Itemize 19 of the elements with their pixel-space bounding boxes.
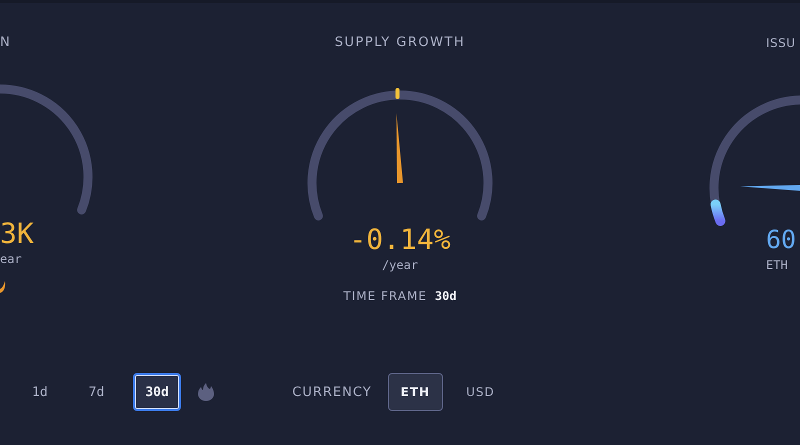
gauge-unit: ear (0, 251, 22, 267)
currency-label: CURRENCY (292, 384, 372, 400)
gauge-value: 60 (766, 224, 796, 256)
currency-button[interactable]: USD (453, 373, 508, 411)
gauge-title: N (0, 35, 12, 51)
timeframe-button[interactable]: 1d (20, 373, 60, 411)
gauge-unit: ETH (766, 257, 788, 273)
gauge-unit: /year (382, 257, 418, 273)
gauge-title: SUPPLY GROWTH (334, 35, 466, 51)
gauge-value: 3K (0, 217, 34, 251)
timeframe-button[interactable]: 30d (133, 373, 181, 411)
time-frame-label: TIME FRAME (343, 289, 427, 303)
gauge-title: ISSU (766, 35, 796, 51)
flame-icon (0, 281, 6, 293)
time-frame-value: 30d (434, 289, 457, 303)
gauge-value: -0.14% (349, 223, 451, 257)
flame-icon[interactable] (198, 383, 214, 401)
currency-button[interactable]: ETH (388, 373, 444, 411)
timeframe-button[interactable]: 7d (76, 373, 116, 411)
